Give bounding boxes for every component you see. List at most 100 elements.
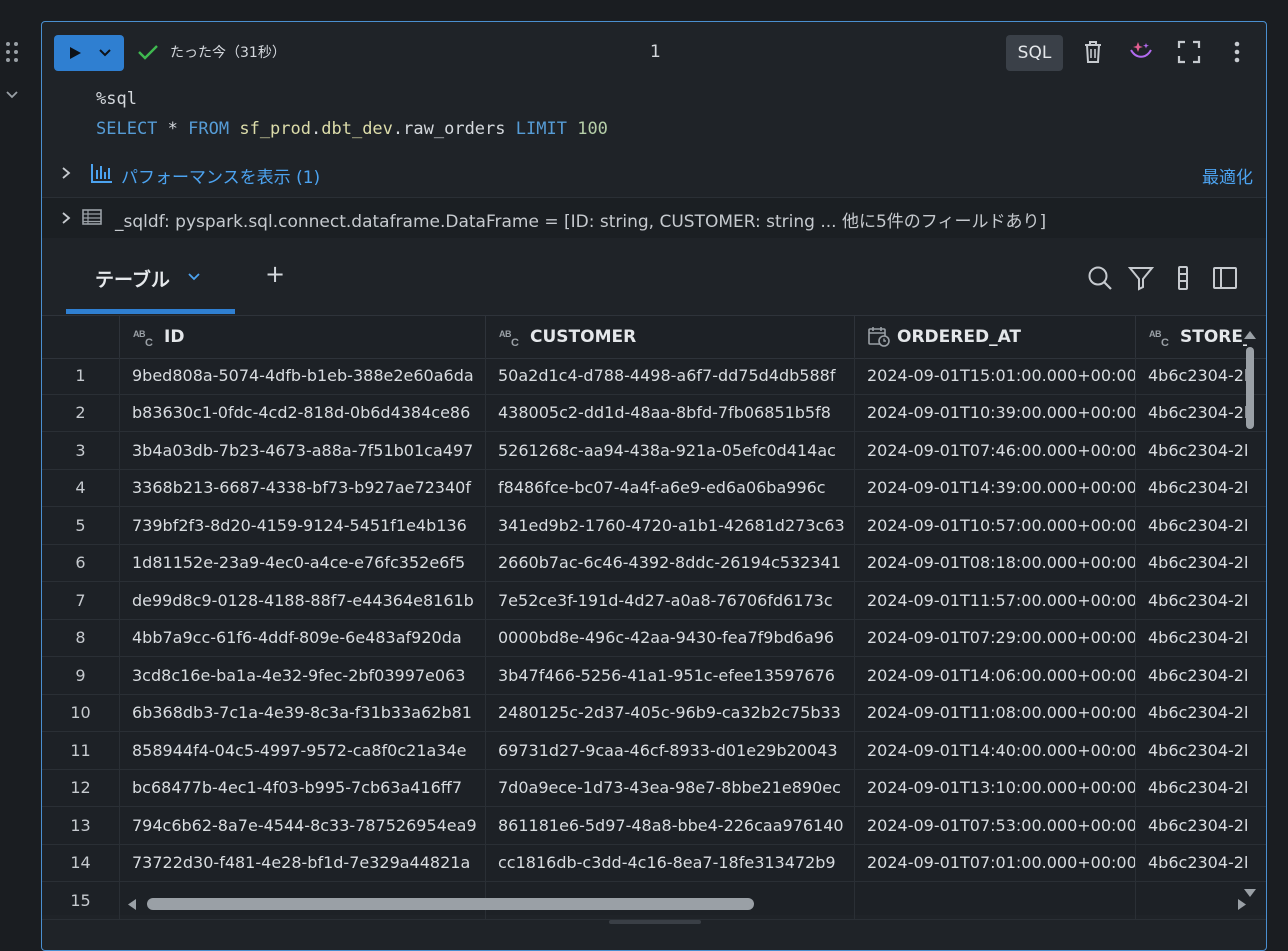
optimize-link[interactable]: 最適化 bbox=[1202, 163, 1253, 188]
cell-customer[interactable]: 69731d27-9caa-46cf-8933-d01e29b20043 bbox=[485, 732, 854, 769]
cell-customer[interactable]: f8486fce-bc07-4a4f-a6e9-ed6a06ba996c bbox=[485, 469, 854, 506]
cell-store[interactable]: 4b6c2304-2b bbox=[1135, 469, 1247, 506]
cell-customer[interactable]: 7d0a9ece-1d73-43ea-98e7-8bbe21e890ec bbox=[485, 769, 854, 806]
cell-id[interactable]: b83630c1-0fdc-4cd2-818d-0b6d4384ce86 bbox=[119, 394, 485, 431]
cell-customer[interactable]: 2660b7ac-6c46-4392-8ddc-26194c532341 bbox=[485, 544, 854, 581]
cell-customer[interactable]: 0000bd8e-496c-42aa-9430-fea7f9bd6a96 bbox=[485, 619, 854, 656]
cell-customer[interactable]: 3b47f466-5256-41a1-951c-efee13597676 bbox=[485, 657, 854, 694]
cell-customer[interactable]: 341ed9b2-1760-4720-a1b1-42681d273c63 bbox=[485, 507, 854, 544]
scroll-right-icon[interactable] bbox=[1236, 898, 1248, 911]
column-header-store[interactable]: ABC STORE_I bbox=[1135, 316, 1247, 358]
cell-id[interactable]: de99d8c9-0128-4188-88f7-e44364e8161b bbox=[119, 582, 485, 619]
scroll-up-icon[interactable] bbox=[1243, 329, 1257, 341]
vertical-scrollbar[interactable] bbox=[1243, 329, 1257, 899]
cell-ordered-at[interactable]: 2024-09-01T15:01:00.000+00:00 bbox=[854, 357, 1135, 394]
cell-ordered-at[interactable]: 2024-09-01T07:29:00.000+00:00 bbox=[854, 619, 1135, 656]
result-table[interactable]: ABC ID ABC CUSTOMER ORDERED_AT ABC STORE… bbox=[42, 315, 1266, 920]
table-row[interactable]: 8 4bb7a9cc-61f6-4ddf-809e-6e483af920da 000… bbox=[42, 619, 1266, 657]
cell-store[interactable]: 4b6c2304-2b bbox=[1135, 544, 1247, 581]
delete-trash-icon[interactable] bbox=[1080, 39, 1106, 65]
cell-id[interactable]: 73722d30-f481-4e28-bf1d-7e329a44821a bbox=[119, 844, 485, 881]
column-header-id[interactable]: ABC ID bbox=[119, 316, 485, 358]
table-row[interactable]: 12 bc68477b-4ec1-4f03-b995-7cb63a416ff7 7d… bbox=[42, 769, 1266, 807]
cell-id[interactable]: 3368b213-6687-4338-bf73-b927ae72340f bbox=[119, 469, 485, 506]
cell-id[interactable]: 1d81152e-23a9-4ec0-a4ce-e76fc352e6f5 bbox=[119, 544, 485, 581]
cell-ordered-at[interactable]: 2024-09-01T11:08:00.000+00:00 bbox=[854, 694, 1135, 731]
cell-store[interactable]: 4b6c2304-2b bbox=[1135, 507, 1247, 544]
resize-handle[interactable] bbox=[609, 920, 701, 924]
table-row[interactable]: 1 9bed808a-5074-4dfb-b1eb-388e2e60a6da 50a… bbox=[42, 357, 1266, 395]
notebook-cell[interactable]: たった今（31秒） 1 SQL %sql SELECT * FROM sf_pr… bbox=[41, 21, 1267, 951]
cell-customer[interactable]: 861181e6-5d97-48a8-bbe4-226caa976140 bbox=[485, 807, 854, 844]
cell-store[interactable]: 4b6c2304-2b bbox=[1135, 357, 1247, 394]
cell-ordered-at[interactable]: 2024-09-01T07:53:00.000+00:00 bbox=[854, 807, 1135, 844]
drag-handle-icon[interactable] bbox=[4, 40, 20, 64]
run-cell-button[interactable] bbox=[54, 35, 124, 71]
fullscreen-icon[interactable] bbox=[1176, 39, 1202, 65]
cell-customer[interactable]: 7e52ce3f-191d-4d27-a0a8-76706fd6173c bbox=[485, 582, 854, 619]
horizontal-scroll-thumb[interactable] bbox=[147, 898, 754, 910]
show-performance-link[interactable]: パフォーマンスを表示 (1) bbox=[121, 163, 320, 188]
table-row[interactable]: 9 3cd8c16e-ba1a-4e32-9fec-2bf03997e063 3b4… bbox=[42, 657, 1266, 695]
table-row[interactable]: 4 3368b213-6687-4338-bf73-b927ae72340f f84… bbox=[42, 469, 1266, 507]
cell-ordered-at[interactable]: 2024-09-01T10:57:00.000+00:00 bbox=[854, 507, 1135, 544]
code-editor[interactable]: %sql SELECT * FROM sf_prod.dbt_dev.raw_o… bbox=[96, 84, 608, 144]
cell-id[interactable]: 6b368db3-7c1a-4e39-8c3a-f31b33a62b81 bbox=[119, 694, 485, 731]
language-badge[interactable]: SQL bbox=[1006, 35, 1063, 71]
cell-ordered-at[interactable]: 2024-09-01T13:10:00.000+00:00 bbox=[854, 769, 1135, 806]
play-icon[interactable] bbox=[68, 46, 82, 60]
collapse-chevron-icon[interactable] bbox=[4, 86, 20, 102]
cell-ordered-at[interactable]: 2024-09-01T07:46:00.000+00:00 bbox=[854, 432, 1135, 469]
cell-id[interactable]: 739bf2f3-8d20-4159-9124-5451f1e4b136 bbox=[119, 507, 485, 544]
tab-table[interactable]: テーブル bbox=[66, 238, 235, 314]
table-row[interactable]: 6 1d81152e-23a9-4ec0-a4ce-e76fc352e6f5 266… bbox=[42, 544, 1266, 582]
cell-ordered-at[interactable]: 2024-09-01T07:01:00.000+00:00 bbox=[854, 844, 1135, 881]
vertical-scroll-thumb[interactable] bbox=[1246, 347, 1254, 429]
cell-store[interactable]: 4b6c2304-2b bbox=[1135, 619, 1247, 656]
cell-customer[interactable]: 2480125c-2d37-405c-96b9-ca32b2c75b33 bbox=[485, 694, 854, 731]
cell-store[interactable]: 4b6c2304-2b bbox=[1135, 432, 1247, 469]
cell-store[interactable]: 4b6c2304-2b bbox=[1135, 694, 1247, 731]
cell-customer[interactable]: 5261268c-aa94-438a-921a-05efc0d414ac bbox=[485, 432, 854, 469]
expand-chevron-icon[interactable] bbox=[60, 166, 72, 180]
cell-ordered-at[interactable]: 2024-09-01T11:57:00.000+00:00 bbox=[854, 582, 1135, 619]
cell-store[interactable]: 4b6c2304-2b bbox=[1135, 732, 1247, 769]
cell-ordered-at[interactable]: 2024-09-01T14:40:00.000+00:00 bbox=[854, 732, 1135, 769]
table-row[interactable]: 10 6b368db3-7c1a-4e39-8c3a-f31b33a62b81 24… bbox=[42, 694, 1266, 732]
cell-id[interactable]: bc68477b-4ec1-4f03-b995-7cb63a416ff7 bbox=[119, 769, 485, 806]
chevron-down-icon[interactable] bbox=[188, 273, 200, 281]
side-panel-icon[interactable] bbox=[1212, 265, 1238, 291]
cell-id[interactable]: 4bb7a9cc-61f6-4ddf-809e-6e483af920da bbox=[119, 619, 485, 656]
table-row[interactable]: 7 de99d8c9-0128-4188-88f7-e44364e8161b 7e5… bbox=[42, 582, 1266, 620]
cell-ordered-at[interactable]: 2024-09-01T14:06:00.000+00:00 bbox=[854, 657, 1135, 694]
cell-store[interactable]: 4b6c2304-2b bbox=[1135, 582, 1247, 619]
horizontal-scrollbar[interactable] bbox=[122, 894, 1252, 914]
run-options-chevron-icon[interactable] bbox=[98, 48, 112, 58]
cell-store[interactable]: 4b6c2304-2b bbox=[1135, 657, 1247, 694]
cell-store[interactable]: 4b6c2304-2b bbox=[1135, 807, 1247, 844]
table-row[interactable]: 3 3b4a03db-7b23-4673-a88a-7f51b01ca497 526… bbox=[42, 432, 1266, 470]
cell-id[interactable]: 9bed808a-5074-4dfb-b1eb-388e2e60a6da bbox=[119, 357, 485, 394]
cell-id[interactable]: 794c6b62-8a7e-4544-8c33-787526954ea9 bbox=[119, 807, 485, 844]
table-row[interactable]: 14 73722d30-f481-4e28-bf1d-7e329a44821a cc… bbox=[42, 844, 1266, 882]
cell-ordered-at[interactable]: 2024-09-01T08:18:00.000+00:00 bbox=[854, 544, 1135, 581]
more-options-icon[interactable] bbox=[1224, 39, 1250, 65]
cell-id[interactable]: 858944f4-04c5-4997-9572-ca8f0c21a34e bbox=[119, 732, 485, 769]
cell-store[interactable]: 4b6c2304-2b bbox=[1135, 394, 1247, 431]
add-visualization-button[interactable]: + bbox=[265, 260, 285, 288]
table-row[interactable]: 11 858944f4-04c5-4997-9572-ca8f0c21a34e 69… bbox=[42, 732, 1266, 770]
cell-customer[interactable]: 50a2d1c4-d788-4498-a6f7-dd75d4db588f bbox=[485, 357, 854, 394]
cell-store[interactable]: 4b6c2304-2b bbox=[1135, 769, 1247, 806]
search-icon[interactable] bbox=[1087, 265, 1113, 291]
scroll-left-icon[interactable] bbox=[126, 898, 138, 911]
cell-ordered-at[interactable]: 2024-09-01T10:39:00.000+00:00 bbox=[854, 394, 1135, 431]
filter-icon[interactable] bbox=[1128, 265, 1154, 291]
column-header-ordered-at[interactable]: ORDERED_AT bbox=[854, 316, 1135, 358]
table-row[interactable]: 5 739bf2f3-8d20-4159-9124-5451f1e4b136 341… bbox=[42, 507, 1266, 545]
column-density-icon[interactable] bbox=[1170, 265, 1196, 291]
cell-ordered-at[interactable]: 2024-09-01T14:39:00.000+00:00 bbox=[854, 469, 1135, 506]
cell-customer[interactable]: cc1816db-c3dd-4c16-8ea7-18fe313472b9 bbox=[485, 844, 854, 881]
expand-chevron-icon[interactable] bbox=[60, 211, 72, 225]
assistant-sparkle-icon[interactable] bbox=[1128, 39, 1154, 65]
cell-store[interactable]: 4b6c2304-2b bbox=[1135, 844, 1247, 881]
